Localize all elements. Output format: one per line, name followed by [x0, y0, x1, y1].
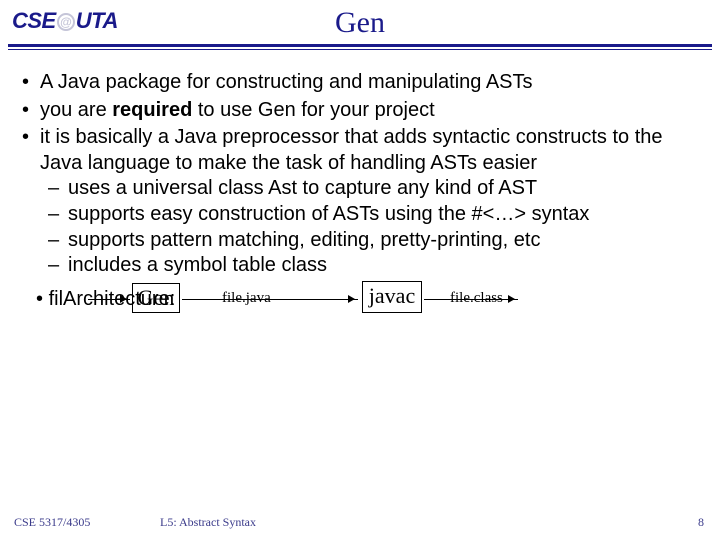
- logo-text-left: CSE: [12, 8, 56, 33]
- list-item: you are required to use Gen for your pro…: [40, 98, 706, 124]
- architecture-row: filArchitecture: Gen file.java javac fil…: [14, 281, 706, 321]
- list-item: supports easy construction of ASTs using…: [68, 202, 706, 228]
- list-item: includes a symbol table class: [68, 253, 706, 279]
- list-item: supports pattern matching, editing, pret…: [68, 228, 706, 254]
- emphasis-required: required: [112, 99, 192, 121]
- list-item: it is basically a Java preprocessor that…: [40, 125, 706, 279]
- sub-list: uses a universal class Ast to capture an…: [40, 176, 706, 278]
- list-item: A Java package for constructing and mani…: [40, 70, 706, 96]
- header-rule: [8, 44, 712, 50]
- list-item: uses a universal class Ast to capture an…: [68, 176, 706, 202]
- flow-label-class: file.class: [450, 289, 503, 308]
- footer-course: CSE 5317/4305: [14, 515, 90, 530]
- flow-label-java: file.java: [222, 289, 271, 308]
- slide-header: CSE@UTA Gen: [0, 0, 720, 58]
- flow-box-javac: javac: [362, 281, 422, 313]
- arrow-icon: [88, 299, 130, 300]
- bullet-list: A Java package for constructing and mani…: [14, 70, 706, 279]
- footer-page: 8: [698, 515, 704, 530]
- flow-box-gen: Gen: [132, 283, 180, 313]
- footer-lecture: L5: Abstract Syntax: [160, 515, 256, 530]
- logo-text-right: UTA: [76, 8, 118, 33]
- at-icon: @: [57, 13, 75, 31]
- logo: CSE@UTA: [12, 8, 118, 34]
- slide-content: A Java package for constructing and mani…: [0, 58, 720, 321]
